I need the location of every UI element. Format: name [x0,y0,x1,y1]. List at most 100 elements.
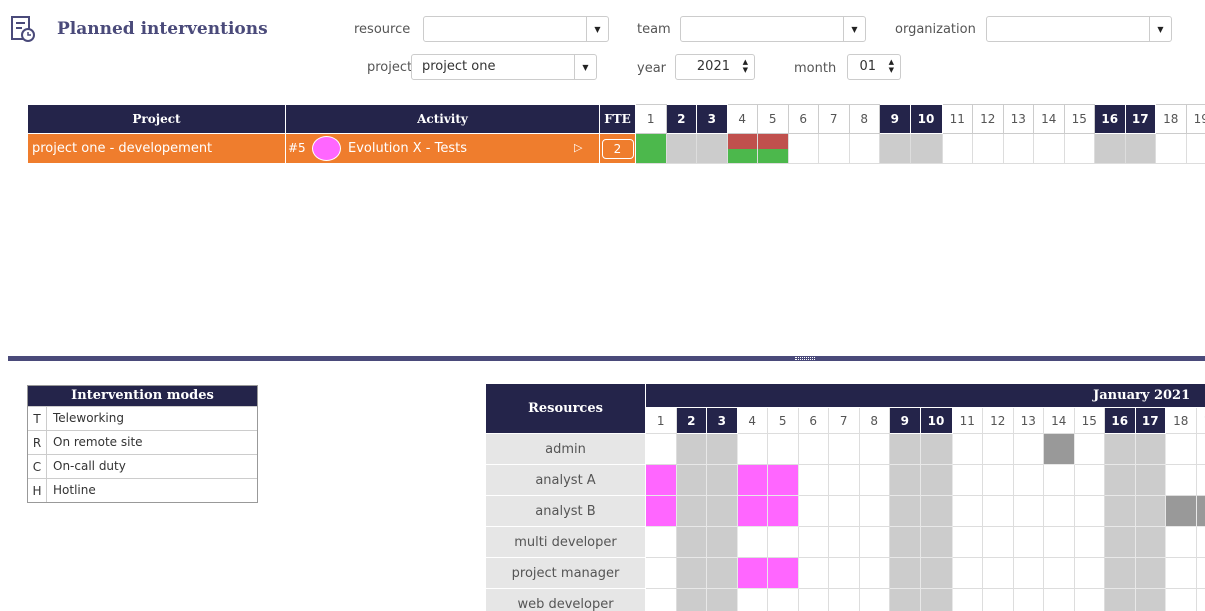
resource-day-cell-3[interactable] [706,464,738,496]
resource-day-cell-3[interactable] [706,588,738,611]
resource-day-cell-11[interactable] [951,557,983,589]
resource-day-cell-10[interactable] [919,495,953,527]
resource-day-cell-12[interactable] [982,526,1014,558]
resource-day-cell-6[interactable] [797,557,829,589]
splitter-grip-icon[interactable] [795,357,815,360]
resource-day-cell-17[interactable] [1134,526,1166,558]
resource-day-cell-16[interactable] [1104,433,1136,465]
resource-day-cell-2[interactable] [675,557,707,589]
resource-day-cell-9[interactable] [889,495,921,527]
resource-name[interactable]: multi developer [485,526,646,558]
day-cell-19[interactable] [1185,133,1205,164]
resource-day-cell-9[interactable] [889,464,921,496]
resource-day-cell-2[interactable] [675,464,707,496]
resource-day-cell-9[interactable] [889,526,921,558]
day-cell-14[interactable] [1033,133,1065,164]
year-spinner[interactable]: 2021 ▲ ▼ [675,54,755,80]
resource-day-cell-1[interactable] [645,495,677,527]
resource-day-cell-3[interactable] [706,557,738,589]
resource-day-cell-17[interactable] [1134,557,1166,589]
resource-day-cell-7[interactable] [828,495,860,527]
resource-day-cell-14[interactable] [1043,588,1075,611]
resource-day-cell-3[interactable] [706,433,738,465]
resource-day-cell-10[interactable] [919,557,953,589]
resource-day-cell-10[interactable] [919,526,953,558]
expand-arrow-icon[interactable]: ▷ [574,141,582,154]
resource-day-cell-11[interactable] [951,464,983,496]
day-cell-5[interactable] [757,133,789,164]
day-cell-4[interactable] [726,133,758,164]
resource-day-cell-15[interactable] [1073,495,1105,527]
day-cell-10[interactable] [909,133,943,164]
resource-day-cell-9[interactable] [889,557,921,589]
fte-value[interactable]: 2 [601,138,634,159]
day-cell-12[interactable] [972,133,1004,164]
resource-day-cell-1[interactable] [645,433,677,465]
resource-day-cell-5[interactable] [767,557,799,589]
day-cell-2[interactable] [665,133,697,164]
resource-day-cell-8[interactable] [858,464,890,496]
resource-day-cell-19[interactable] [1195,557,1205,589]
resource-day-cell-14[interactable] [1043,495,1075,527]
resource-day-cell-14[interactable] [1043,557,1075,589]
fte-cell[interactable]: 2 [599,133,636,164]
resource-day-cell-19[interactable] [1195,433,1205,465]
resource-name[interactable]: project manager [485,557,646,589]
resource-day-cell-4[interactable] [736,433,768,465]
resource-day-cell-4[interactable] [736,495,768,527]
resource-name[interactable]: admin [485,433,646,465]
resource-day-cell-15[interactable] [1073,588,1105,611]
resource-day-cell-4[interactable] [736,464,768,496]
resource-day-cell-7[interactable] [828,433,860,465]
resource-day-cell-6[interactable] [797,495,829,527]
resource-day-cell-1[interactable] [645,557,677,589]
day-cell-17[interactable] [1124,133,1156,164]
resource-day-cell-7[interactable] [828,526,860,558]
resource-day-cell-12[interactable] [982,588,1014,611]
resource-day-cell-5[interactable] [767,433,799,465]
resource-day-cell-15[interactable] [1073,464,1105,496]
activity-cell[interactable]: #5 Evolution X - Tests ▷ [285,133,600,164]
resource-day-cell-11[interactable] [951,588,983,611]
resource-day-cell-11[interactable] [951,433,983,465]
spinner-arrows-icon[interactable]: ▲ ▼ [889,58,894,74]
resource-day-cell-18[interactable] [1165,557,1197,589]
resource-day-cell-3[interactable] [706,495,738,527]
resource-day-cell-3[interactable] [706,526,738,558]
resource-day-cell-18[interactable] [1165,588,1197,611]
project-column-header[interactable]: Project [27,104,286,134]
resource-day-cell-17[interactable] [1134,588,1166,611]
resource-day-cell-18[interactable] [1165,495,1197,527]
resource-day-cell-9[interactable] [889,433,921,465]
resource-day-cell-14[interactable] [1043,464,1075,496]
resource-name[interactable]: analyst B [485,495,646,527]
resource-day-cell-13[interactable] [1012,464,1044,496]
resources-header[interactable]: Resources [485,383,646,434]
day-cell-1[interactable] [635,133,667,164]
resource-day-cell-7[interactable] [828,588,860,611]
resource-day-cell-12[interactable] [982,495,1014,527]
project-select[interactable]: project one ▼ [411,54,597,80]
resource-day-cell-17[interactable] [1134,495,1166,527]
resource-day-cell-15[interactable] [1073,433,1105,465]
resource-day-cell-5[interactable] [767,495,799,527]
resource-day-cell-18[interactable] [1165,433,1197,465]
resource-day-cell-18[interactable] [1165,464,1197,496]
resource-day-cell-11[interactable] [951,495,983,527]
resource-day-cell-6[interactable] [797,588,829,611]
team-select[interactable]: ▼ [680,16,866,42]
resource-day-cell-1[interactable] [645,588,677,611]
day-cell-18[interactable] [1155,133,1187,164]
resource-day-cell-15[interactable] [1073,526,1105,558]
spinner-arrows-icon[interactable]: ▲ ▼ [743,58,748,74]
resource-day-cell-9[interactable] [889,588,921,611]
day-cell-6[interactable] [787,133,819,164]
resource-day-cell-5[interactable] [767,588,799,611]
resource-day-cell-16[interactable] [1104,557,1136,589]
day-cell-8[interactable] [848,133,880,164]
resource-day-cell-11[interactable] [951,526,983,558]
resource-day-cell-4[interactable] [736,557,768,589]
resource-day-cell-12[interactable] [982,433,1014,465]
resource-day-cell-6[interactable] [797,433,829,465]
resource-day-cell-16[interactable] [1104,588,1136,611]
